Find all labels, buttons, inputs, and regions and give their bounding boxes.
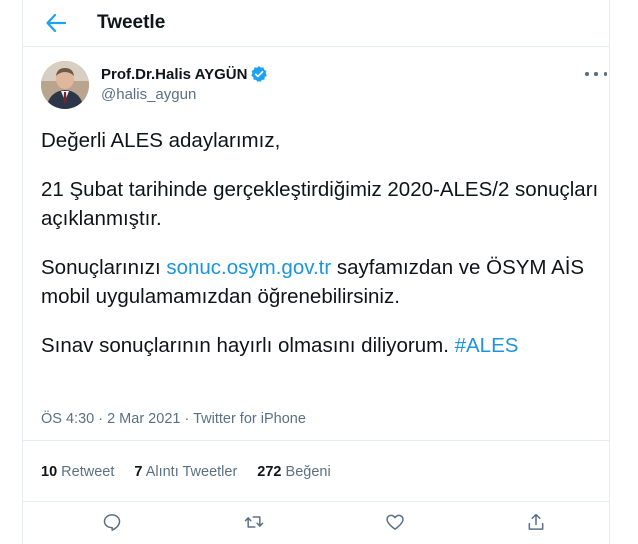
quote-tweet-count[interactable]: 7 Alıntı Tweetler xyxy=(134,464,237,480)
tweet-text: Değerli ALES adaylarımız, 21 Şubat tarih… xyxy=(41,126,601,380)
tweet-date[interactable]: 2 Mar 2021 xyxy=(107,411,180,427)
hashtag-link[interactable]: #ALES xyxy=(455,334,519,357)
share-button[interactable] xyxy=(524,510,548,534)
verified-badge-icon xyxy=(251,66,268,82)
back-button[interactable] xyxy=(43,10,69,36)
more-horizontal-icon xyxy=(585,72,589,76)
share-icon xyxy=(528,513,544,530)
tweet-detail-panel: Tweetle Prof.Dr.Halis AYGÜN @halis_aygun… xyxy=(22,0,610,544)
reply-button[interactable] xyxy=(100,510,124,534)
like-count[interactable]: 272 Beğeni xyxy=(257,464,330,480)
retweet-count[interactable]: 10 Retweet xyxy=(41,464,114,480)
retweet-button[interactable] xyxy=(242,510,266,534)
page-title: Tweetle xyxy=(97,12,166,33)
tweet-link[interactable]: sonuc.osym.gov.tr xyxy=(166,256,331,279)
tweet-stats: 10 Retweet 7 Alıntı Tweetler 272 Beğeni xyxy=(23,440,609,502)
tweet-paragraph: 21 Şubat tarihinde gerçekleştirdiğimiz 2… xyxy=(41,178,599,230)
heart-icon xyxy=(386,514,404,530)
tweet-source[interactable]: Twitter for iPhone xyxy=(193,411,306,427)
tweet-meta: ÖS 4:30 · 2 Mar 2021 · Twitter for iPhon… xyxy=(41,411,306,427)
avatar[interactable] xyxy=(41,61,89,109)
arrow-left-icon xyxy=(46,14,66,32)
more-options-button[interactable] xyxy=(585,66,607,82)
like-button[interactable] xyxy=(383,510,407,534)
tweet-paragraph: Sonuçlarınızı sonuc.osym.gov.tr sayfamız… xyxy=(41,256,585,308)
tweet-actions xyxy=(23,502,609,544)
retweet-icon xyxy=(244,516,264,528)
author-handle[interactable]: @halis_aygun xyxy=(101,86,196,103)
tweet-paragraph: Değerli ALES adaylarımız, xyxy=(41,129,281,152)
tweet-paragraph: Sınav sonuçlarının hayırlı olmasını dili… xyxy=(41,334,519,357)
tweet-time[interactable]: ÖS 4:30 xyxy=(41,411,94,427)
reply-icon xyxy=(103,514,121,531)
author-name[interactable]: Prof.Dr.Halis AYGÜN xyxy=(101,66,247,83)
page-header: Tweetle xyxy=(23,0,609,47)
author-name-row: Prof.Dr.Halis AYGÜN xyxy=(101,65,268,83)
